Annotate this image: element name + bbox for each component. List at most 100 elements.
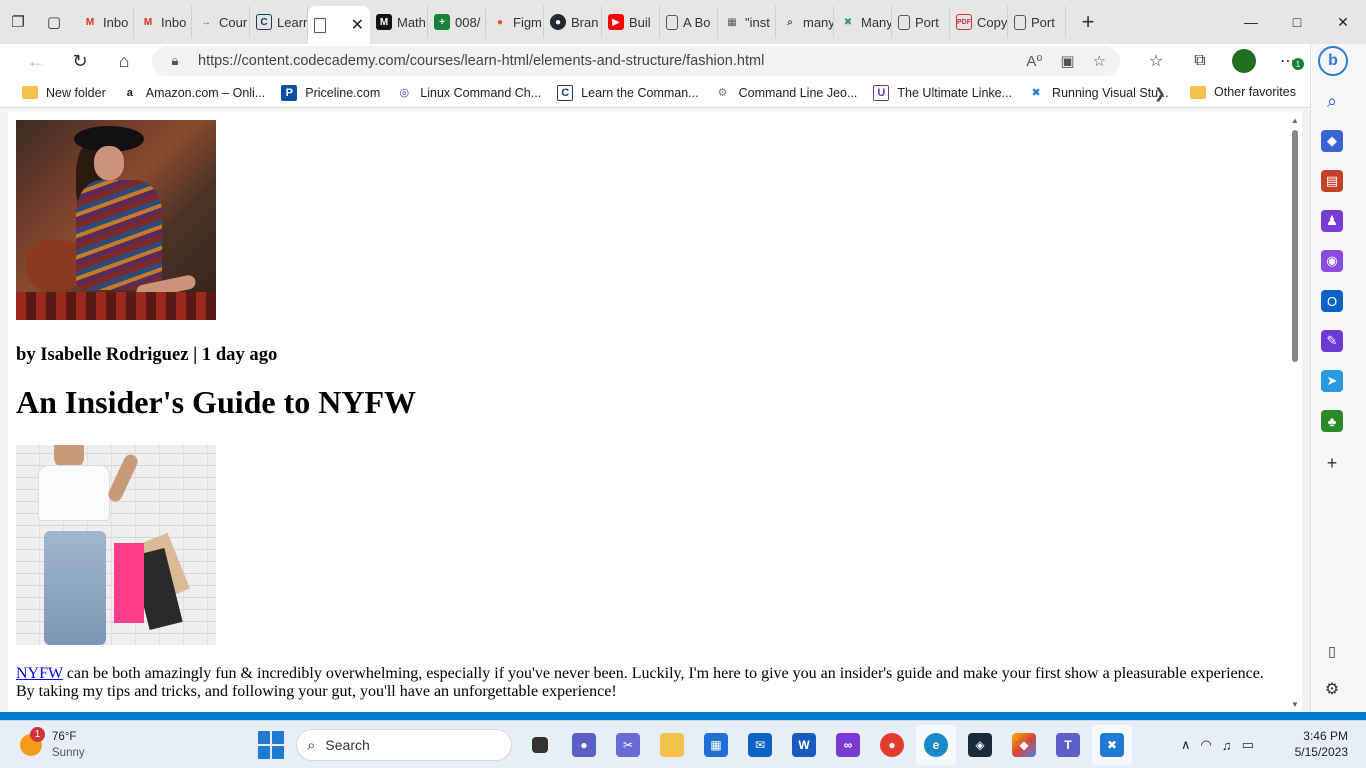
- tab-many-search[interactable]: ⌕ many: [776, 6, 834, 38]
- nyfw-link[interactable]: NYFW: [16, 665, 63, 682]
- outlook-icon[interactable]: O: [1321, 290, 1343, 312]
- office-icon[interactable]: ◉: [1321, 250, 1343, 272]
- app-available-icon[interactable]: ▣: [1060, 52, 1074, 70]
- github-icon: ●: [550, 14, 566, 30]
- chevron-up-icon[interactable]: ∧: [1181, 737, 1191, 753]
- tab-learn[interactable]: C Learn: [250, 6, 308, 38]
- tab-a-book[interactable]: A Bo: [660, 6, 718, 38]
- snipping-tool-icon[interactable]: ✂: [608, 725, 648, 765]
- add-favorite-icon[interactable]: ☆: [1093, 52, 1106, 70]
- taskbar-search[interactable]: ⌕ Search: [296, 729, 512, 761]
- battery-icon[interactable]: ▭: [1242, 737, 1254, 753]
- copilot-icon[interactable]: b: [1318, 46, 1348, 76]
- tab-courses[interactable]: → Cour: [192, 6, 250, 38]
- edge-icon[interactable]: e: [916, 725, 956, 765]
- tab-label: Many: [861, 14, 892, 30]
- tab-sheets[interactable]: +008/: [428, 6, 486, 38]
- bookmark-vscode[interactable]: ✖ Running Visual Stu...: [1028, 85, 1168, 101]
- volume-icon[interactable]: ♫: [1222, 738, 1232, 753]
- tab-active[interactable]: ✕: [308, 6, 370, 44]
- tab-copy[interactable]: PDF Copy: [950, 6, 1008, 38]
- home-button[interactable]: ⌂: [102, 44, 146, 78]
- close-tab-icon[interactable]: ✕: [351, 15, 364, 35]
- url-text[interactable]: https://content.codecademy.com/courses/l…: [198, 53, 1026, 69]
- bookmark-learn[interactable]: C Learn the Comman...: [557, 84, 699, 101]
- tools-icon[interactable]: ▤: [1321, 170, 1343, 192]
- scrollbar-thumb[interactable]: [1292, 130, 1298, 362]
- address-bar-actions: A⁰ ▣ ☆: [1026, 52, 1120, 70]
- bookmark-linkedin[interactable]: U The Ultimate Linke...: [873, 84, 1012, 101]
- scroll-down-icon[interactable]: ▼: [1291, 700, 1299, 709]
- mail-icon[interactable]: ✉: [740, 725, 780, 765]
- visual-studio-icon[interactable]: ∞: [828, 725, 868, 765]
- bookmark-jeopardy[interactable]: ⚙ Command Line Jeo...: [715, 85, 858, 101]
- tab-math[interactable]: M Math: [370, 6, 428, 38]
- tab-port-2[interactable]: Port: [1008, 6, 1066, 38]
- chrome-icon[interactable]: ●: [872, 725, 912, 765]
- bookmark-linux[interactable]: ◎ Linux Command Ch...: [396, 85, 541, 101]
- tab-many[interactable]: ✖ Many: [834, 6, 892, 38]
- chat-icon[interactable]: ●: [564, 725, 604, 765]
- bookmark-priceline[interactable]: P Priceline.com: [281, 84, 380, 101]
- read-aloud-icon[interactable]: A⁰: [1026, 52, 1042, 70]
- search-icon[interactable]: ⌕: [1321, 90, 1343, 112]
- tree-icon[interactable]: ♣: [1321, 410, 1343, 432]
- task-view-icon[interactable]: [520, 725, 560, 765]
- new-tab-button[interactable]: +: [1070, 4, 1106, 40]
- bookmark-new-folder[interactable]: New folder: [22, 86, 106, 100]
- bookmark-amazon[interactable]: a Amazon.com – Onli...: [122, 85, 266, 101]
- scroll-up-icon[interactable]: ▲: [1291, 116, 1299, 125]
- collections-icon[interactable]: ⧉: [1178, 44, 1222, 78]
- tab-figma[interactable]: ● Figm: [486, 6, 544, 38]
- tab-github[interactable]: ● Bran: [544, 6, 602, 38]
- weather-widget[interactable]: 1 76°F Sunny: [20, 727, 85, 761]
- tab-port-1[interactable]: Port: [892, 6, 950, 38]
- colorful-app-icon[interactable]: ◆: [1004, 725, 1044, 765]
- games-icon[interactable]: ♟: [1321, 210, 1343, 232]
- store-icon[interactable]: ▦: [696, 725, 736, 765]
- tab-label: 008/: [455, 14, 481, 30]
- wifi-icon[interactable]: ◠: [1201, 737, 1212, 753]
- tab-label: Math: [397, 14, 426, 30]
- sourcetree-icon[interactable]: ◈: [960, 725, 1000, 765]
- sun-icon: 1: [20, 727, 45, 756]
- tab-gmail-2[interactable]: M Inbo: [134, 6, 192, 38]
- bookmark-label: Amazon.com – Onli...: [145, 85, 266, 100]
- shopping-tag-icon[interactable]: ◆: [1321, 130, 1343, 152]
- tab-youtube[interactable]: ▶ Buil: [602, 6, 660, 38]
- tab-label: Learn: [277, 14, 308, 30]
- back-button[interactable]: ←: [14, 44, 58, 78]
- word-icon[interactable]: W: [784, 725, 824, 765]
- chevron-right-icon[interactable]: ❯: [1154, 85, 1166, 102]
- minimize-button[interactable]: —: [1228, 0, 1274, 44]
- clock-time: 3:46 PM: [1303, 729, 1348, 743]
- lock-icon[interactable]: 🔒︎: [152, 53, 198, 69]
- sheets-icon: +: [434, 14, 450, 30]
- add-icon[interactable]: +: [1321, 452, 1343, 474]
- page-icon: [314, 17, 326, 33]
- address-bar[interactable]: 🔒︎ https://content.codecademy.com/course…: [152, 46, 1120, 76]
- favorites-icon[interactable]: ☆: [1134, 44, 1178, 78]
- workspaces-icon[interactable]: ❐: [0, 4, 36, 40]
- tab-strip: ❐ ▢ M Inbo M Inbo → Cour C Learn ✕ M Math +00…: [0, 0, 1366, 44]
- drop-icon[interactable]: ➤: [1321, 370, 1343, 392]
- tab-actions-icon[interactable]: ▢: [36, 4, 72, 40]
- settings-more-icon[interactable]: ⋯ 1: [1266, 44, 1310, 78]
- start-button[interactable]: [258, 731, 286, 759]
- maximize-button[interactable]: □: [1274, 0, 1320, 44]
- vscode-icon[interactable]: ✖: [1092, 725, 1132, 765]
- tab-gmail-1[interactable]: M Inbo: [76, 6, 134, 38]
- refresh-button[interactable]: ↻: [58, 44, 102, 78]
- page-scrollbar[interactable]: ▲ ▼: [1288, 112, 1302, 712]
- close-window-button[interactable]: ✕: [1320, 0, 1366, 44]
- sidebar-toggle-icon[interactable]: ▯: [1321, 640, 1343, 662]
- designer-icon[interactable]: ✎: [1321, 330, 1343, 352]
- profile-button[interactable]: [1222, 44, 1266, 78]
- clock[interactable]: 3:46 PM 5/15/2023: [1286, 728, 1348, 760]
- other-favorites-label: Other favorites: [1214, 85, 1296, 99]
- teams-icon[interactable]: T: [1048, 725, 1088, 765]
- settings-icon[interactable]: ⚙: [1321, 678, 1343, 700]
- file-explorer-icon[interactable]: [652, 725, 692, 765]
- other-favorites[interactable]: Other favorites: [1190, 85, 1296, 99]
- tab-inst[interactable]: ▦ "inst: [718, 6, 776, 38]
